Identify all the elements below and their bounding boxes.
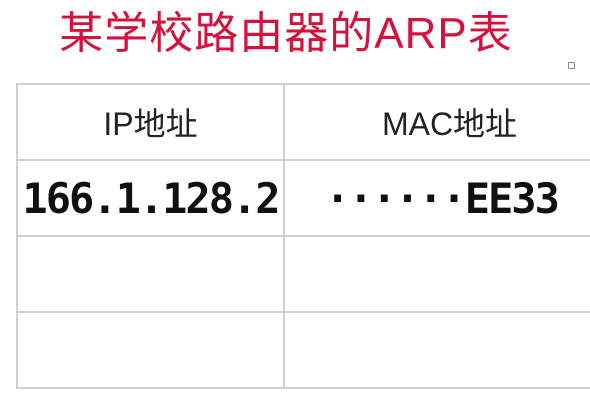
cell-ip	[16, 235, 285, 313]
cell-ip	[16, 311, 285, 389]
table-header-row: IP地址 MAC地址	[16, 83, 590, 161]
page-title: 某学校路由器的ARP表	[59, 9, 513, 58]
table-row: 166.1.128.2 ······EE33	[16, 159, 590, 237]
table-row	[16, 311, 590, 389]
cell-mac	[283, 235, 590, 313]
header-mac: MAC地址	[283, 83, 590, 161]
table-row	[16, 235, 590, 313]
cell-ip: 166.1.128.2	[16, 159, 285, 237]
cursor-marker-icon	[568, 62, 575, 69]
cell-mac	[283, 311, 590, 389]
cell-mac: ······EE33	[283, 159, 590, 237]
arp-table: IP地址 MAC地址 166.1.128.2 ······EE33	[16, 83, 590, 389]
header-ip: IP地址	[16, 83, 285, 161]
